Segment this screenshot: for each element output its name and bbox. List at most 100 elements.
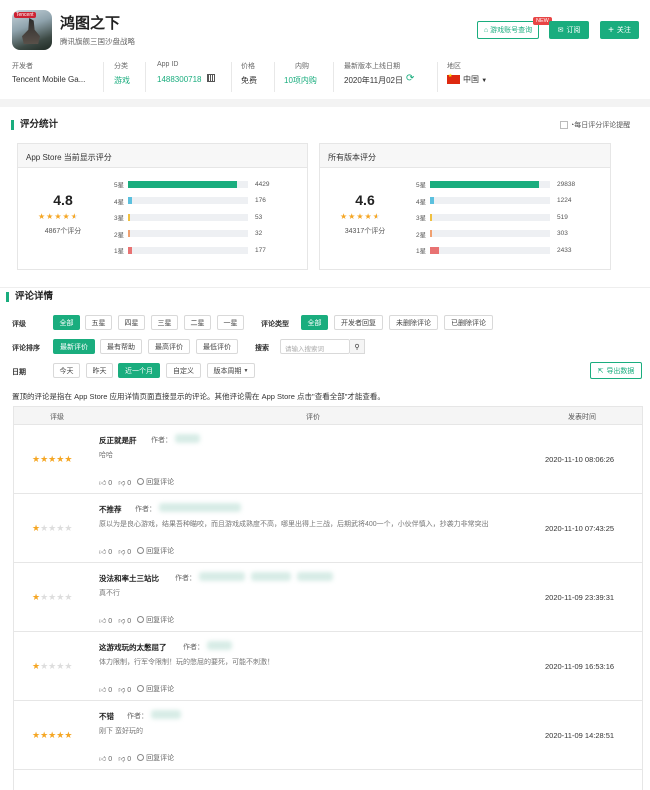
histogram-track xyxy=(128,246,248,254)
divider xyxy=(0,287,650,288)
checkbox[interactable] xyxy=(560,121,568,130)
date-custom[interactable]: 自定义 xyxy=(166,363,201,378)
reply-button[interactable]: 回复评论 xyxy=(137,753,174,763)
rating-filter-5[interactable]: 五星 xyxy=(85,315,112,330)
review-actions: 👍︎ 0 👎︎ 0 回复评论 xyxy=(99,615,174,625)
price-value: 免费 xyxy=(241,76,257,85)
histogram-label: 5星 xyxy=(114,182,125,189)
star-icon: ★ xyxy=(32,523,41,533)
rating-card-all: 所有版本评分 4.6 ★★★★★ 34317个评分 5星 29838 4星 1224 3… xyxy=(319,143,611,270)
date-filter-label: 日期 xyxy=(12,369,26,376)
iap-value[interactable]: 10项内购 xyxy=(284,75,317,86)
reply-button[interactable]: 回复评论 xyxy=(137,546,174,556)
rating-count: 4867个评分 xyxy=(44,228,82,235)
version-cycle-select[interactable]: 版本周期 ▼ xyxy=(207,363,255,378)
refresh-icon[interactable]: ⟳ xyxy=(406,73,414,84)
search-icon: ⚲ xyxy=(354,343,360,351)
rating-filter-all[interactable]: 全部 xyxy=(53,315,80,330)
histogram-bar xyxy=(430,197,434,205)
thumbs-down-icon: 👎︎ xyxy=(118,479,126,487)
like-button[interactable]: 👍︎ 0 xyxy=(99,478,112,487)
star-icon: ★ xyxy=(40,454,49,464)
daily-reminder-toggle[interactable]: ◔每日评分评论提醒 xyxy=(560,120,630,130)
divider xyxy=(437,62,438,92)
histogram-bar xyxy=(430,180,539,188)
histogram-bar xyxy=(128,180,237,188)
histogram-bar xyxy=(128,197,132,205)
search-input[interactable]: 请输入搜索词 xyxy=(280,339,350,354)
date-today[interactable]: 今天 xyxy=(53,363,80,378)
search-button[interactable]: ⚲ xyxy=(350,339,365,354)
developer-value[interactable]: Tencent Mobile Ga... xyxy=(12,75,85,84)
category-label: 分类 xyxy=(114,63,128,70)
region-select[interactable]: 中国 ▼ xyxy=(447,73,487,85)
empty-star-icon: ★ xyxy=(40,592,49,602)
comment-icon xyxy=(137,547,145,554)
appid-value[interactable]: 1488300718 xyxy=(157,75,202,84)
divider xyxy=(274,62,275,92)
type-filter-not-deleted[interactable]: 未删除评论 xyxy=(389,315,438,330)
histogram-value: 1224 xyxy=(557,197,572,205)
rating-filter-4[interactable]: 四星 xyxy=(118,315,145,330)
histogram-bar xyxy=(430,246,439,254)
reply-button[interactable]: 回复评论 xyxy=(137,615,174,625)
histogram-label: 5星 xyxy=(416,182,427,189)
rating-histogram: 5星 29838 4星 1224 3星 519 2星 303 1星 2433 xyxy=(416,179,575,262)
review-time: 2020-11-10 07:43:25 xyxy=(545,524,615,533)
sort-lowest[interactable]: 最低评价 xyxy=(196,339,238,354)
thumbs-up-icon: 👍︎ xyxy=(99,479,107,487)
export-button[interactable]: ⇱ 导出数据 xyxy=(590,362,642,379)
qrcode-icon[interactable] xyxy=(207,74,215,82)
thumbs-down-icon: 👎︎ xyxy=(118,686,126,694)
app-icon: Tencent xyxy=(12,10,52,50)
star-icon: ★ xyxy=(32,661,41,671)
author-name-redacted xyxy=(251,572,291,581)
author-name-redacted xyxy=(151,710,181,719)
review-details-title: 评论详情 xyxy=(6,292,53,302)
histogram-row: 4星 176 xyxy=(114,196,269,206)
star-icon: ★ xyxy=(364,212,373,221)
dislike-button[interactable]: 👎︎ 0 xyxy=(118,685,131,694)
rating-filter-3[interactable]: 三星 xyxy=(151,315,178,330)
dislike-button[interactable]: 👎︎ 0 xyxy=(118,547,131,556)
rating-card-title: App Store 当前显示评分 xyxy=(18,144,307,168)
thumbs-down-icon: 👎︎ xyxy=(118,548,126,556)
reply-button[interactable]: 回复评论 xyxy=(137,477,174,487)
rating-filter-1[interactable]: 一星 xyxy=(217,315,244,330)
histogram-row: 3星 53 xyxy=(114,212,269,222)
histogram-value: 177 xyxy=(255,246,266,254)
like-button[interactable]: 👍︎ 0 xyxy=(99,547,112,556)
type-filter-all[interactable]: 全部 xyxy=(301,315,328,330)
dislike-button[interactable]: 👎︎ 0 xyxy=(118,478,131,487)
subscribe-button[interactable]: ✉ 订阅 xyxy=(549,21,589,39)
histogram-track xyxy=(430,230,550,238)
header-time: 发表时间 xyxy=(568,414,596,421)
rating-filter-2[interactable]: 二星 xyxy=(184,315,211,330)
dislike-button[interactable]: 👎︎ 0 xyxy=(118,616,131,625)
dislike-button[interactable]: 👎︎ 0 xyxy=(118,754,131,763)
reply-button[interactable]: 回复评论 xyxy=(137,684,174,694)
review-stars: ★★★★★ xyxy=(32,523,72,534)
star-icon: ★ xyxy=(32,592,41,602)
date-last-month[interactable]: 近一个月 xyxy=(118,363,160,378)
histogram-label: 2星 xyxy=(416,231,427,239)
author-label: 作者： xyxy=(183,644,204,651)
histogram-value: 4429 xyxy=(255,180,270,188)
category-value[interactable]: 游戏 xyxy=(114,75,130,86)
follow-button[interactable]: + 关注 xyxy=(600,21,639,39)
histogram-label: 4星 xyxy=(114,198,125,206)
type-filter-deleted[interactable]: 已删除评论 xyxy=(444,315,493,330)
sort-highest[interactable]: 最高评价 xyxy=(148,339,190,354)
sort-most-helpful[interactable]: 最有帮助 xyxy=(100,339,142,354)
account-query-button[interactable]: ⌂ 游戏账号查询 xyxy=(477,21,539,39)
like-button[interactable]: 👍︎ 0 xyxy=(99,754,112,763)
star-icon: ★ xyxy=(356,212,365,221)
like-button[interactable]: 👍︎ 0 xyxy=(99,685,112,694)
gamepad-icon: ⌂ xyxy=(483,26,489,34)
sort-newest[interactable]: 最新评价 xyxy=(53,339,95,354)
date-yesterday[interactable]: 昨天 xyxy=(86,363,113,378)
type-filter-dev-reply[interactable]: 开发者回复 xyxy=(334,315,383,330)
star-icon: ★ xyxy=(64,454,73,464)
like-button[interactable]: 👍︎ 0 xyxy=(99,616,112,625)
table-header: 评级 评价 发表时间 xyxy=(14,407,642,425)
